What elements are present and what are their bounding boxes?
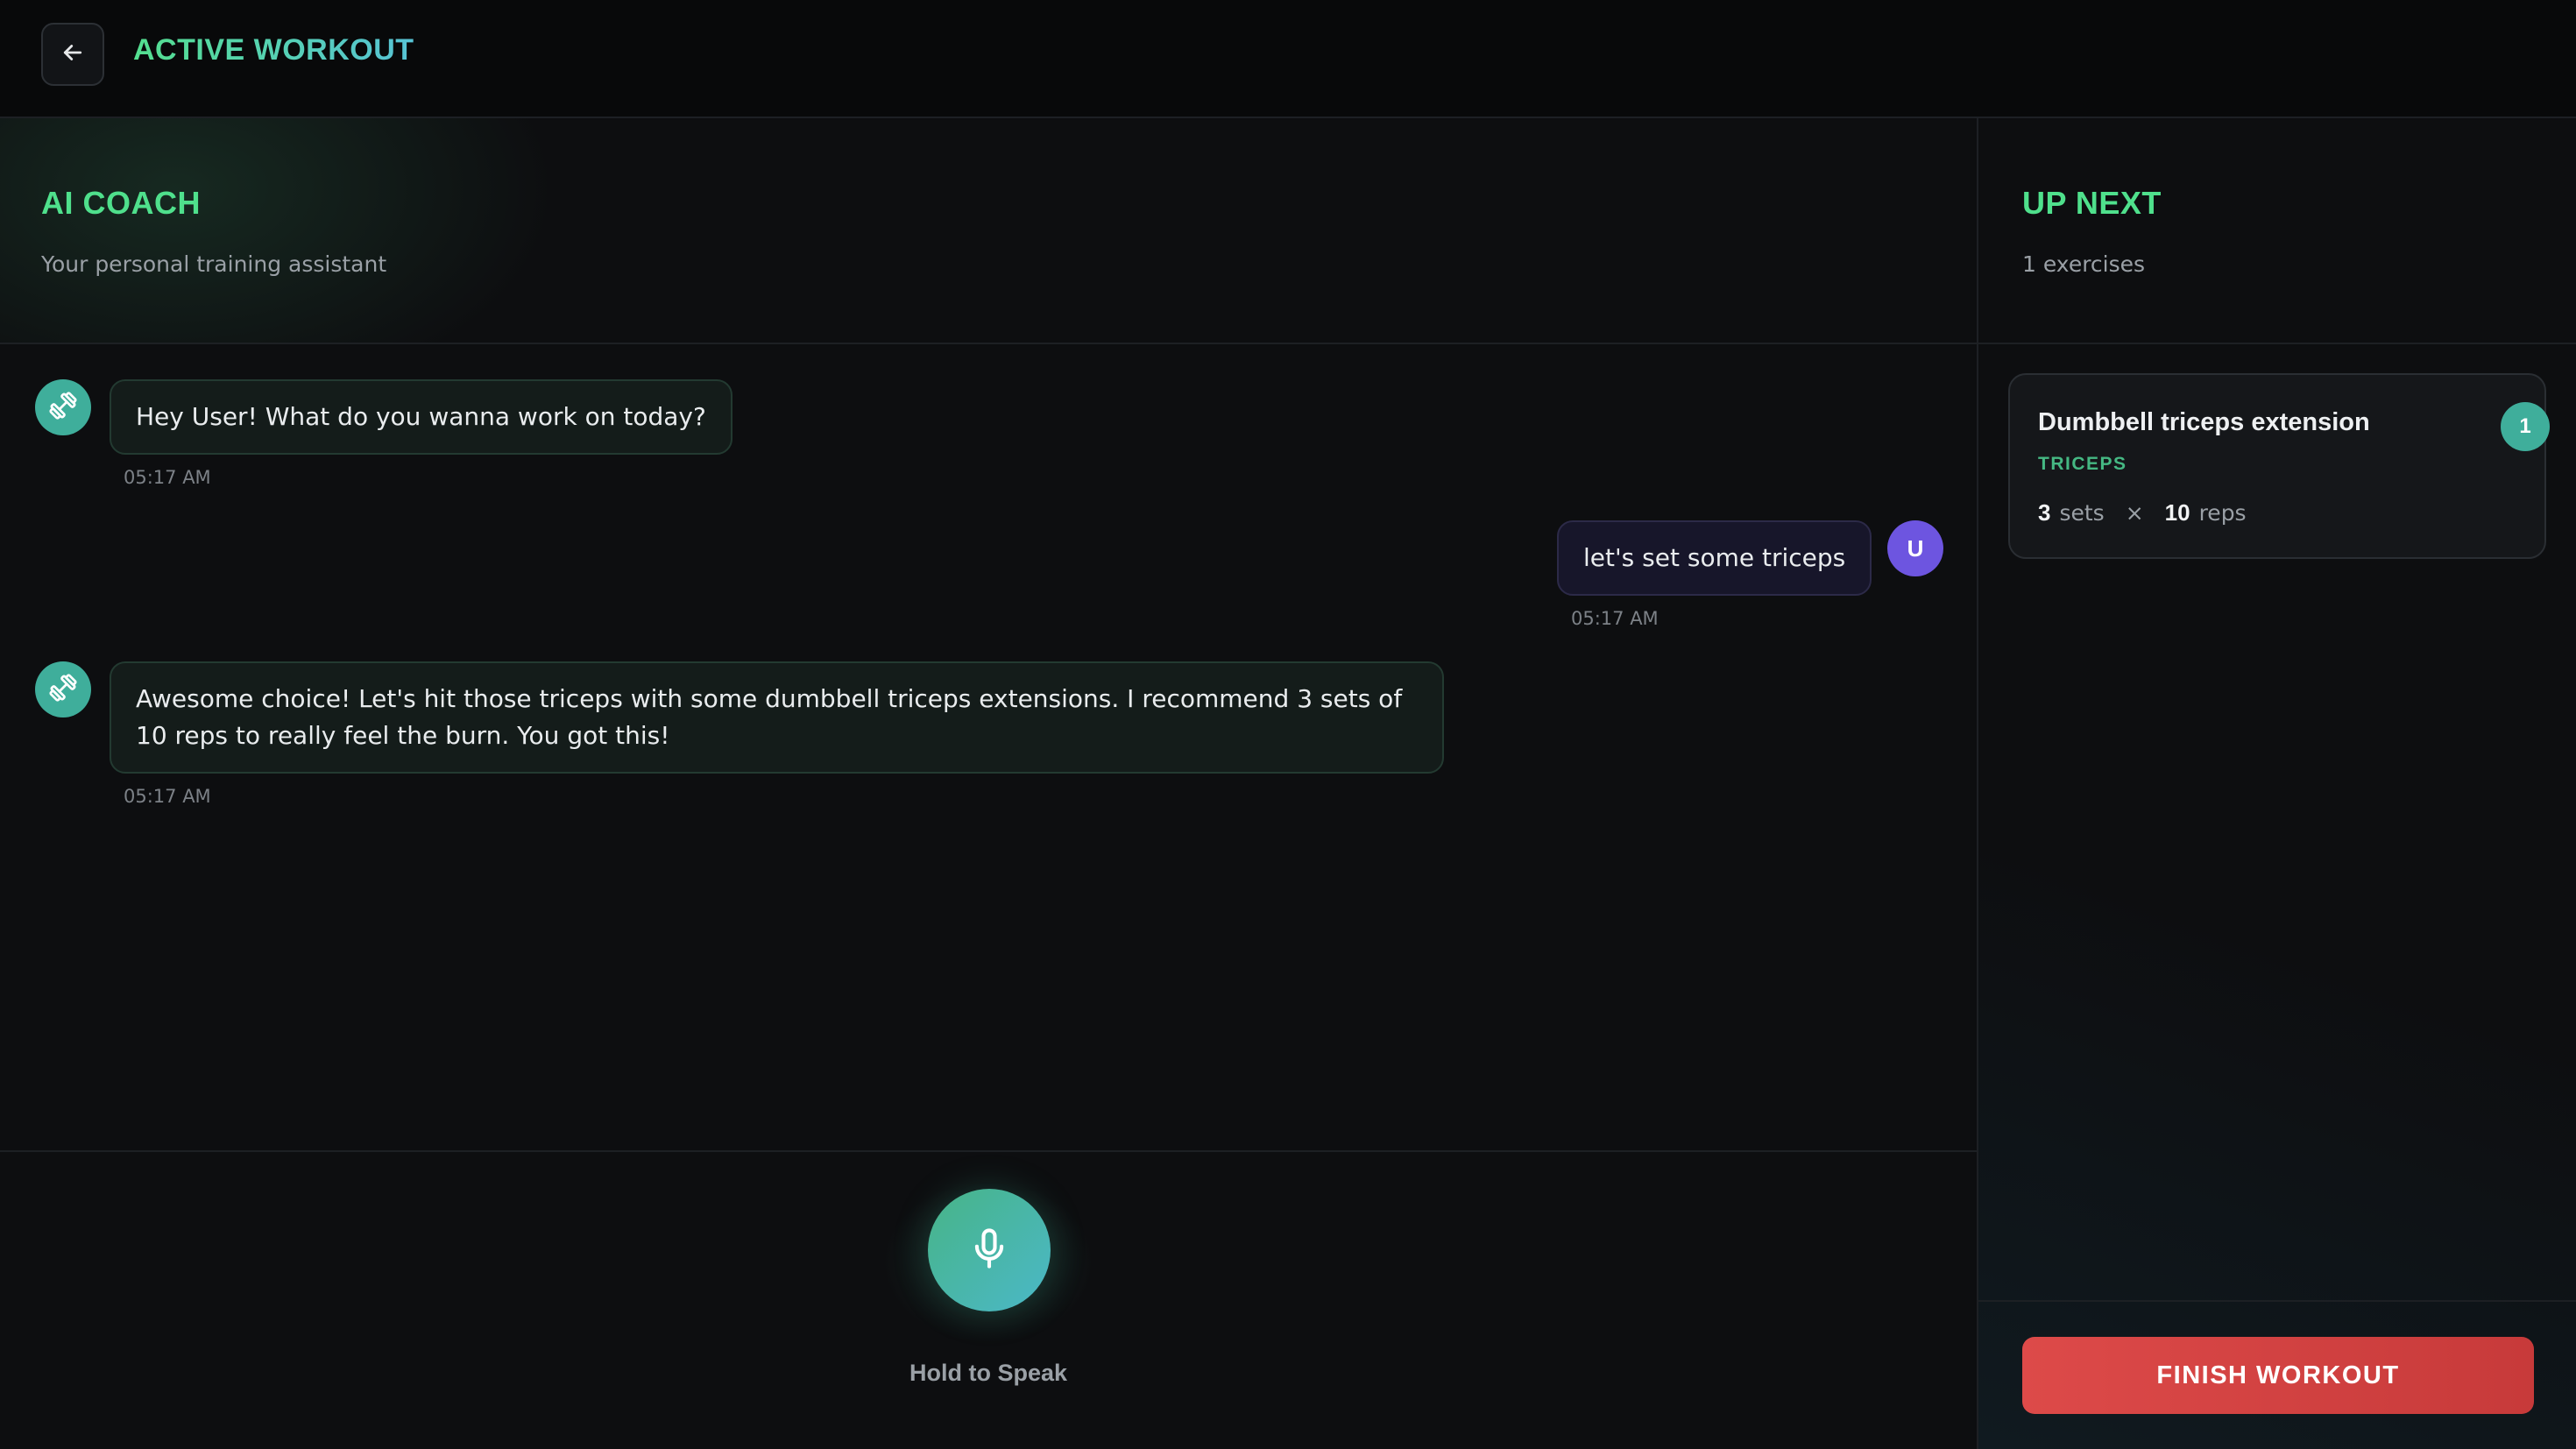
exercise-stats: 3 sets × 10 reps (2038, 499, 2247, 527)
hold-to-speak-label: Hold to Speak (909, 1360, 1068, 1386)
up-next-header: UP NEXT 1 exercises (1978, 118, 2576, 344)
voice-input-bar: Hold to Speak (0, 1150, 1977, 1449)
chat-bubble-user: let's set some triceps (1557, 520, 1872, 596)
message-timestamp: 05:17 AM (1571, 608, 1659, 629)
exercise-name: Dumbbell triceps extension (2038, 408, 2370, 436)
microphone-icon (966, 1226, 1012, 1275)
up-next-panel: UP NEXT 1 exercises Dumbbell triceps ext… (1978, 118, 2576, 1449)
arrow-left-icon (60, 39, 86, 69)
dumbbell-icon (47, 390, 79, 425)
finish-bar: FINISH WORKOUT (1978, 1300, 2576, 1449)
exercise-muscle: TRICEPS (2038, 454, 2127, 474)
user-avatar: U (1887, 520, 1943, 576)
coach-subtitle: Your personal training assistant (41, 251, 387, 277)
exercise-card[interactable]: Dumbbell triceps extension TRICEPS 1 3 s… (2008, 373, 2550, 559)
coach-title: AI COACH (41, 185, 201, 221)
times-separator: × (2125, 500, 2144, 526)
top-bar: ACTIVE WORKOUT (0, 0, 2576, 118)
chat-bubble-ai: Hey User! What do you wanna work on toda… (110, 379, 732, 455)
dumbbell-icon (47, 672, 79, 707)
exercise-count: 1 exercises (2022, 251, 2146, 277)
app-root: ACTIVE WORKOUT AI COACH Your personal tr… (0, 0, 2576, 1449)
hold-to-speak-button[interactable] (928, 1189, 1051, 1311)
coach-header: AI COACH Your personal training assistan… (0, 118, 1977, 344)
exercise-reps-value: 10 (2164, 499, 2190, 526)
exercise-number-badge: 1 (2501, 402, 2550, 451)
ai-avatar (35, 661, 91, 717)
coach-panel: AI COACH Your personal training assistan… (0, 118, 1978, 1449)
exercise-sets-value: 3 (2038, 499, 2051, 526)
back-button[interactable] (41, 23, 104, 86)
up-next-title: UP NEXT (2022, 185, 2162, 221)
exercise-sets-label: sets (2059, 500, 2105, 526)
chat-bubble-ai: Awesome choice! Let's hit those triceps … (110, 661, 1444, 774)
finish-workout-button[interactable]: FINISH WORKOUT (2022, 1337, 2534, 1414)
ai-avatar (35, 379, 91, 435)
exercise-reps-label: reps (2198, 500, 2247, 526)
message-timestamp: 05:17 AM (124, 467, 211, 488)
page-title: ACTIVE WORKOUT (133, 33, 414, 67)
message-timestamp: 05:17 AM (124, 786, 211, 807)
